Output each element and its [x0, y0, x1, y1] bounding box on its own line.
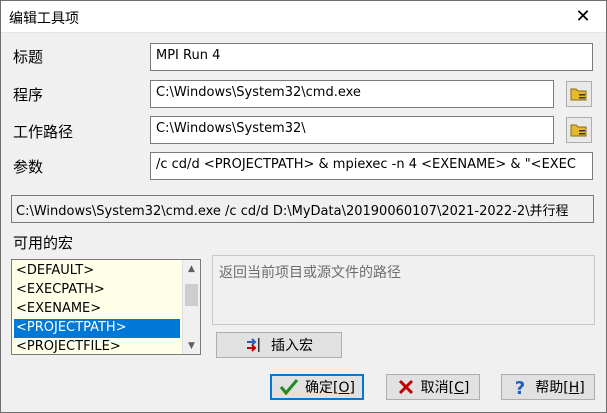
edit-tool-dialog: 编辑工具项 ✕ 标题 MPI Run 4 程序 C:\Windows\Syste…	[0, 0, 607, 413]
help-label: 帮助[H]	[535, 380, 585, 396]
ok-button[interactable]: 确定[O]	[270, 374, 364, 400]
insert-macro-icon	[247, 338, 260, 352]
workdir-label: 工作路径	[13, 123, 74, 141]
macro-list-item[interactable]: <PROJECTFILE>	[14, 338, 180, 354]
macro-list-item[interactable]: <EXECPATH>	[14, 281, 180, 300]
title-label: 标题	[13, 48, 44, 66]
workdir-input[interactable]: C:\Windows\System32\	[150, 116, 554, 144]
args-label: 参数	[13, 158, 44, 176]
macro-description: 返回当前项目或源文件的路径	[212, 255, 595, 325]
insert-macro-button[interactable]: 插入宏	[216, 332, 342, 358]
program-input-value: C:\Windows\System32\cmd.exe	[156, 85, 361, 100]
program-input[interactable]: C:\Windows\System32\cmd.exe	[150, 80, 554, 108]
macro-list[interactable]: <DEFAULT> <EXECPATH> <EXENAME> <PROJECTP…	[11, 259, 201, 355]
x-icon	[398, 379, 413, 395]
args-input[interactable]: /c cd/d <PROJECTPATH> & mpiexec -n 4 <EX…	[150, 152, 593, 180]
title-bar: 编辑工具项 ✕	[1, 1, 606, 33]
ok-label: 确定[O]	[305, 380, 355, 396]
macro-list-item-selected[interactable]: <PROJECTPATH>	[14, 319, 180, 338]
args-input-value: /c cd/d <PROJECTPATH> & mpiexec -n 4 <EX…	[156, 157, 576, 172]
scroll-thumb[interactable]	[185, 284, 198, 306]
macro-list-item[interactable]: <EXENAME>	[14, 300, 180, 319]
scroll-up-arrow-icon[interactable]: ▲	[183, 260, 200, 277]
scroll-down-arrow-icon[interactable]: ▼	[183, 337, 200, 354]
macro-description-text: 返回当前项目或源文件的路径	[219, 265, 401, 281]
program-label: 程序	[13, 86, 44, 104]
insert-macro-label: 插入宏	[271, 338, 313, 354]
cancel-label: 取消[C]	[420, 380, 470, 396]
macro-list-item[interactable]: <DEFAULT>	[14, 262, 180, 281]
workdir-input-value: C:\Windows\System32\	[156, 121, 306, 136]
folder-browse-icon	[570, 124, 587, 137]
title-input-value: MPI Run 4	[156, 48, 221, 63]
svg-text:?: ?	[515, 378, 525, 396]
macros-label: 可用的宏	[13, 234, 74, 252]
folder-browse-icon	[570, 88, 587, 101]
dialog-title: 编辑工具项	[9, 11, 79, 27]
close-button[interactable]: ✕	[560, 1, 606, 32]
command-preview-text: C:\Windows\System32\cmd.exe /c cd/d D:\M…	[16, 204, 569, 219]
program-browse-button[interactable]	[566, 81, 592, 107]
cancel-button[interactable]: 取消[C]	[386, 374, 480, 400]
close-icon: ✕	[575, 6, 591, 27]
question-icon: ?	[515, 378, 525, 396]
help-button[interactable]: ? 帮助[H]	[501, 374, 595, 400]
workdir-browse-button[interactable]	[566, 117, 592, 143]
command-preview: C:\Windows\System32\cmd.exe /c cd/d D:\M…	[11, 195, 594, 223]
title-input[interactable]: MPI Run 4	[150, 43, 593, 71]
macro-list-scrollbar[interactable]: ▲ ▼	[182, 260, 200, 354]
checkmark-icon	[279, 379, 299, 396]
